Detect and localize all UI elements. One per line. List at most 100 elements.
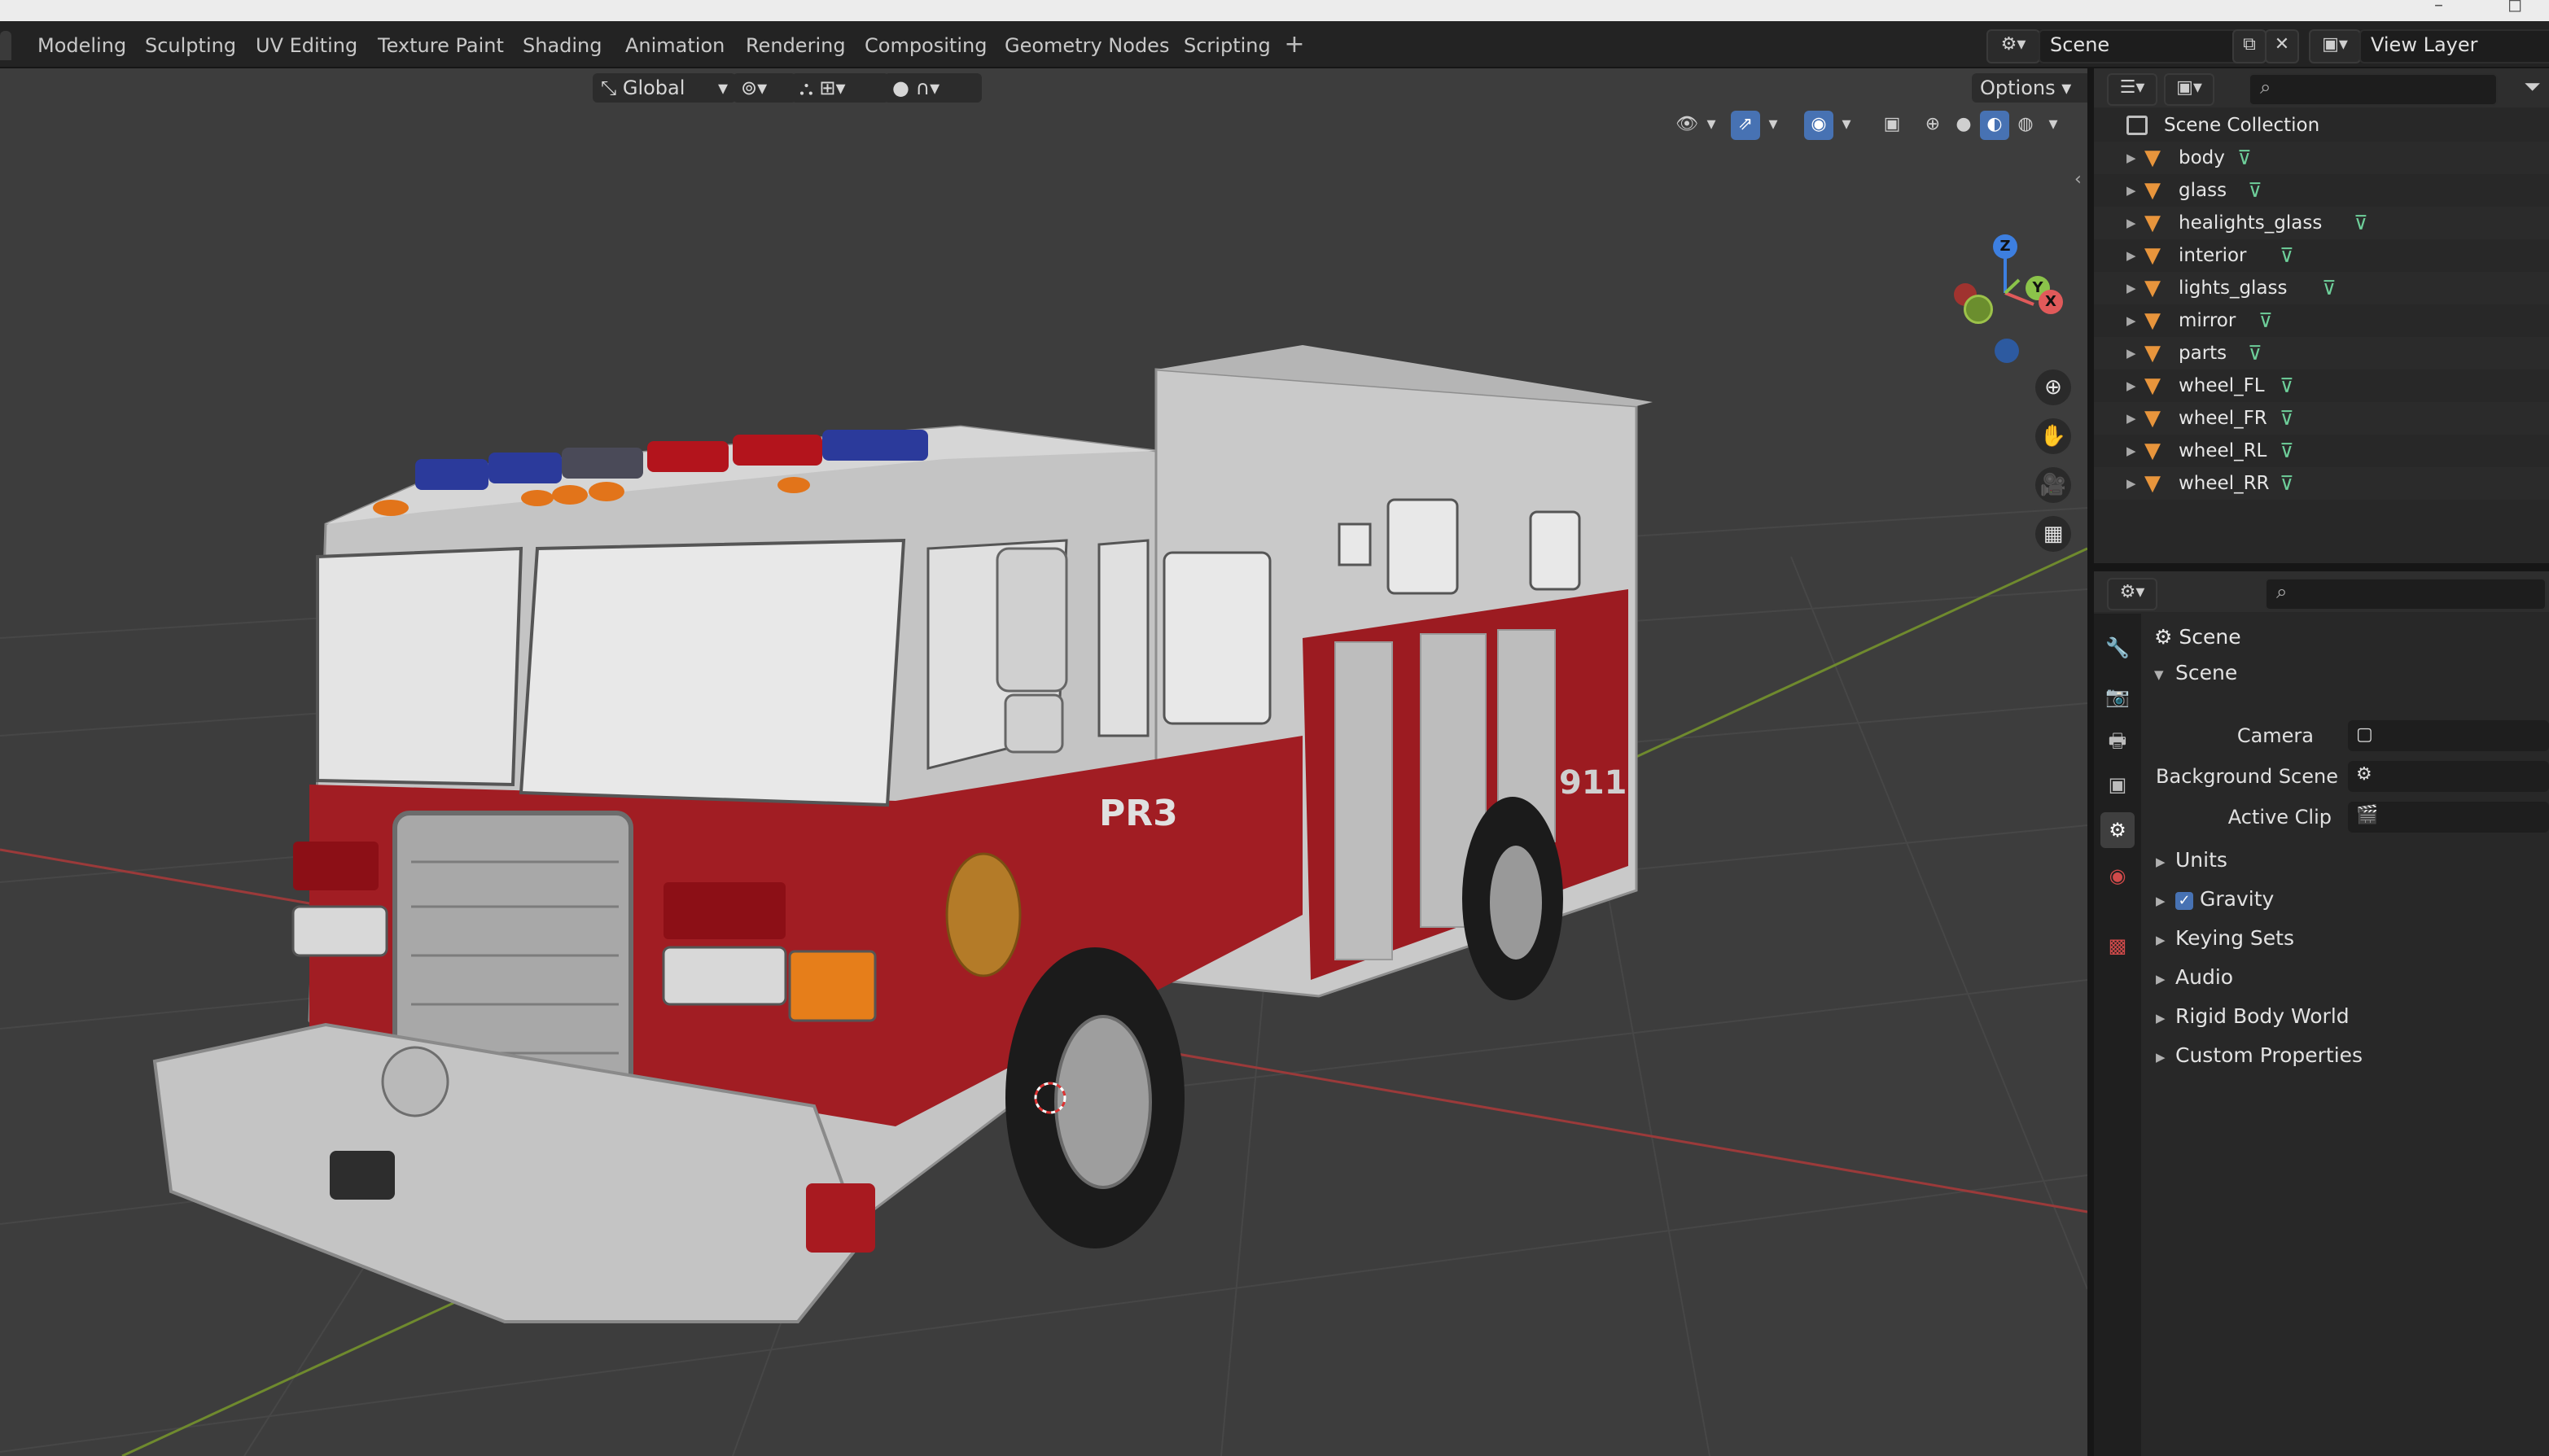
sidebar-toggle-icon[interactable]: ‹ [2074,169,2082,190]
subpanel-title[interactable]: Audio [2175,965,2233,989]
tab-render[interactable]: 📷 [2100,679,2135,715]
active-clip-field[interactable]: 🎬 [2348,802,2549,833]
gizmo-toggle-icon[interactable]: ⇗ [1731,111,1760,140]
tab-scripting[interactable]: Scripting [1174,31,1281,60]
subpanel-title[interactable]: Units [2175,848,2227,872]
camera-field[interactable]: ▢ [2348,720,2549,751]
expand-arrow-icon[interactable]: ▶ [2126,174,2136,207]
area-separator[interactable] [2087,68,2094,1456]
mesh-data-icon[interactable]: ⊽ [2280,402,2294,435]
outliner-object-row[interactable]: ▶ ▼ glass ⊽ [2094,174,2549,207]
expand-arrow-icon[interactable]: ▶ [2126,304,2136,337]
pan-hand-icon[interactable]: ✋ [2035,418,2071,454]
outliner-object-row[interactable]: ▶ ▼ wheel_FR ⊽ [2094,402,2549,435]
scene-browse-button[interactable]: ⚙▾ [1986,29,2040,63]
mesh-data-icon[interactable]: ⊽ [2280,467,2294,500]
chevron-down-icon[interactable]: ▾ [1837,111,1856,140]
panel-collapsed-icon[interactable]: ▶ [2156,972,2166,986]
scene-collection-row[interactable]: Scene Collection [2094,109,2549,142]
add-workspace-button[interactable]: + [1280,31,1309,60]
expand-arrow-icon[interactable]: ▶ [2126,467,2136,500]
tab-rendering[interactable]: Rendering [736,31,856,60]
pivot-point-dropdown[interactable]: ⊚▾ [733,73,796,103]
chevron-down-icon[interactable]: ▾ [1763,111,1783,140]
proportional-edit-toggle[interactable]: ● ∩▾ [884,73,982,103]
rendered-shading-icon[interactable]: ◍ [2011,111,2040,140]
scene-panel-title[interactable]: Scene [2175,661,2237,684]
perspective-toggle-icon[interactable]: ▦ [2035,516,2071,552]
expand-arrow-icon[interactable]: ▶ [2126,369,2136,402]
chevron-down-icon[interactable]: ▾ [1702,111,1721,140]
mesh-data-icon[interactable]: ⊽ [2322,272,2337,304]
editor-type-dropdown[interactable]: ⚙▾ [2107,578,2157,610]
solid-shading-icon[interactable]: ● [1949,111,1978,140]
subpanel-title[interactable]: Rigid Body World [2175,1004,2350,1028]
tab-view-layer[interactable]: ▣ [2100,767,2135,802]
panel-collapsed-icon[interactable]: ▶ [2156,1050,2166,1065]
chevron-down-icon[interactable]: ▾ [2043,111,2063,140]
minimize-icon[interactable]: – [2434,0,2443,15]
subpanel-title[interactable]: Custom Properties [2175,1043,2363,1067]
xray-toggle-icon[interactable]: ▣ [1877,111,1907,140]
tab-texture[interactable]: ▩ [2100,928,2135,964]
outliner-search-input[interactable]: ⌕ [2249,73,2498,106]
tab-output[interactable]: 🖶 [2100,723,2135,759]
outliner-object-row[interactable]: ▶ ▼ body ⊽ [2094,142,2549,174]
gravity-checkbox[interactable]: ✓ [2175,892,2193,910]
tab-sculpting[interactable]: Sculpting [135,31,246,60]
subpanel-title[interactable]: Keying Sets [2175,926,2294,950]
expand-arrow-icon[interactable]: ▶ [2126,142,2136,174]
view-layer-browse-button[interactable]: ▣▾ [2309,29,2361,63]
wireframe-shading-icon[interactable]: ⊕ [1918,111,1947,140]
scene-name-field[interactable]: Scene [2039,29,2244,63]
overlays-toggle-icon[interactable]: ◉ [1804,111,1833,140]
gizmo-x-axis[interactable]: X [2039,290,2063,314]
tab-scene[interactable]: ⚙ [2100,812,2135,848]
maximize-icon[interactable]: ◻ [2507,0,2522,15]
outliner-object-row[interactable]: ▶ ▼ wheel_FL ⊽ [2094,369,2549,402]
panel-collapsed-icon[interactable]: ▶ [2156,933,2166,947]
tab-world[interactable]: ◉ [2100,858,2135,894]
properties-search-input[interactable]: ⌕ [2265,578,2547,610]
fire-truck-model[interactable] [0,68,2087,1456]
mesh-data-icon[interactable]: ⊽ [2280,239,2294,272]
mesh-data-icon[interactable]: ⊽ [2248,174,2262,207]
expand-arrow-icon[interactable]: ▶ [2126,435,2136,467]
outliner-object-row[interactable]: ▶ ▼ parts ⊽ [2094,337,2549,369]
outliner-object-row[interactable]: ▶ ▼ wheel_RL ⊽ [2094,435,2549,467]
gizmo-z-axis[interactable]: Z [1993,234,2017,259]
tab-compositing[interactable]: Compositing [855,31,996,60]
tab-shading[interactable]: Shading [513,31,612,60]
view-layer-field[interactable]: View Layer [2359,29,2549,63]
expand-arrow-icon[interactable]: ▶ [2126,207,2136,239]
expand-arrow-icon[interactable]: ▶ [2126,337,2136,369]
filter-funnel-icon[interactable]: ⏷ [2524,75,2541,100]
subpanel-title[interactable]: Gravity [2200,887,2274,911]
filter-view-dropdown[interactable]: ▣▾ [2164,73,2214,106]
outliner-object-row[interactable]: ▶ ▼ mirror ⊽ [2094,304,2549,337]
mesh-data-icon[interactable]: ⊽ [2248,337,2262,369]
visibility-eye-icon[interactable]: 👁 [1672,111,1702,140]
expand-arrow-icon[interactable]: ▶ [2126,239,2136,272]
outliner-object-row[interactable]: ▶ ▼ interior ⊽ [2094,239,2549,272]
expand-arrow-icon[interactable]: ▶ [2126,402,2136,435]
tab-texture-paint[interactable]: Texture Paint [368,31,514,60]
tab-tool[interactable]: 🔧 [2100,630,2135,666]
gizmo-neg-z-axis[interactable] [1995,339,2019,363]
mesh-data-icon[interactable]: ⊽ [2280,369,2294,402]
area-separator[interactable] [2094,563,2549,571]
panel-expanded-icon[interactable]: ▼ [2154,667,2164,682]
panel-collapsed-icon[interactable]: ▶ [2156,855,2166,869]
outliner-object-row[interactable]: ▶ ▼ lights_glass ⊽ [2094,272,2549,304]
gizmo-neg-y-axis[interactable] [1964,295,1993,324]
tab-animation[interactable]: Animation [615,31,734,60]
mesh-data-icon[interactable]: ⊽ [2280,435,2294,467]
tab-uv-editing[interactable]: UV Editing [246,31,367,60]
mesh-data-icon[interactable]: ⊽ [2258,304,2273,337]
3d-viewport[interactable]: PR3 911 ⤡ Global ▾ ⊚▾ ⛬ ⊞▾ ● ∩▾ Options ▾… [0,68,2087,1456]
tab-geometry-nodes[interactable]: Geometry Nodes [995,31,1179,60]
copy-scene-icon[interactable]: ⧉ [2232,29,2267,63]
mesh-data-icon[interactable]: ⊽ [2354,207,2368,239]
camera-view-icon[interactable]: 🎥 [2035,467,2071,503]
options-dropdown[interactable]: Options ▾ [1972,73,2087,103]
